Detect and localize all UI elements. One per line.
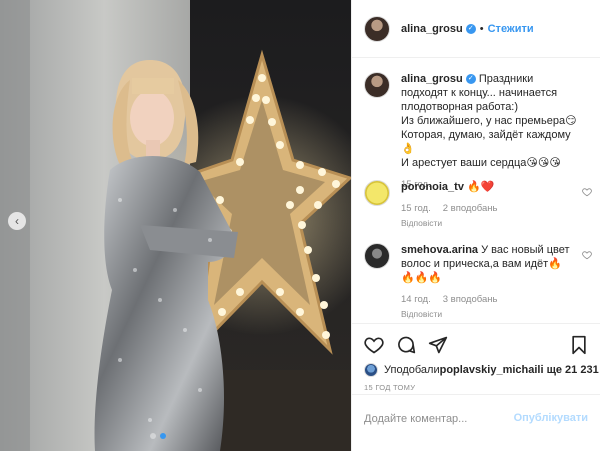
avatar[interactable] bbox=[364, 180, 390, 206]
photo-image bbox=[0, 0, 351, 451]
comment-likes[interactable]: 3 вподобань bbox=[443, 294, 498, 305]
heart-icon[interactable] bbox=[364, 335, 384, 355]
comment-input[interactable] bbox=[364, 413, 514, 425]
comment-like-heart-icon[interactable] bbox=[582, 250, 592, 260]
add-comment-bar: Опублікувати bbox=[352, 394, 600, 451]
bookmark-button[interactable] bbox=[570, 335, 588, 355]
caption-username[interactable]: alina_grosu bbox=[401, 73, 463, 85]
follow-button[interactable]: Стежити bbox=[488, 23, 534, 35]
publish-button[interactable]: Опублікувати bbox=[514, 412, 588, 424]
likes-user[interactable]: poplavskiy_michail bbox=[440, 364, 541, 376]
caption-content: Праздники подходят к концу... начинается… bbox=[401, 73, 577, 169]
post-header: alina_grosu ✓ • Стежити bbox=[352, 0, 600, 58]
comment-meta: 15 год. 2 вподобань bbox=[401, 202, 577, 216]
avatar bbox=[364, 363, 378, 377]
action-icons bbox=[364, 335, 448, 355]
comment-text: poronoia_tv 🔥❤️ bbox=[401, 180, 577, 194]
avatar[interactable] bbox=[364, 15, 390, 42]
likes-summary[interactable]: Уподобали poplavskiy_michail і ще 21 231 bbox=[364, 363, 599, 377]
comment-body: poronoia_tv 🔥❤️ 15 год. 2 вподобань Відпо… bbox=[401, 180, 577, 230]
post-photo[interactable]: ‹ bbox=[0, 0, 351, 451]
comments-list[interactable]: alina_grosu ✓ Праздники подходят к концу.… bbox=[352, 59, 600, 323]
separator-dot: • bbox=[479, 22, 484, 35]
likes-prefix: Уподобали bbox=[384, 364, 440, 376]
comment-username[interactable]: smehova.arina bbox=[401, 244, 478, 256]
comment-likes[interactable]: 2 вподобань bbox=[443, 203, 498, 214]
comment-text: smehova.arina У вас новый цвет волос и п… bbox=[401, 243, 577, 285]
comment-like-heart-icon[interactable] bbox=[582, 187, 592, 197]
verified-badge-icon: ✓ bbox=[465, 23, 476, 34]
caption-body: alina_grosu ✓ Праздники подходят к концу.… bbox=[401, 72, 577, 192]
carousel-dot bbox=[150, 433, 156, 439]
reply-button[interactable]: Відповісти bbox=[401, 307, 577, 321]
comment-content: 🔥❤️ bbox=[467, 181, 495, 193]
post-timestamp[interactable]: 15 ГОД ТОМУ bbox=[364, 383, 415, 392]
verified-badge-icon: ✓ bbox=[465, 74, 476, 85]
comment-body: smehova.arina У вас новый цвет волос и п… bbox=[401, 243, 577, 321]
carousel-dot-active bbox=[160, 433, 166, 439]
comment-icon[interactable] bbox=[396, 335, 416, 355]
comment-username[interactable]: poronoia_tv bbox=[401, 181, 464, 193]
share-icon[interactable] bbox=[428, 335, 448, 355]
likes-suffix[interactable]: і ще 21 231 bbox=[540, 364, 598, 376]
reply-button[interactable]: Відповісти bbox=[401, 216, 577, 230]
avatar[interactable] bbox=[364, 72, 390, 98]
post-side-panel: alina_grosu ✓ • Стежити alina_grosu ✓ Пра… bbox=[351, 0, 600, 451]
chevron-left-icon: ‹ bbox=[15, 214, 19, 228]
comment-time[interactable]: 14 год. bbox=[401, 294, 431, 305]
carousel-prev-button[interactable]: ‹ bbox=[8, 212, 26, 230]
bookmark-icon bbox=[572, 335, 586, 355]
comment-time[interactable]: 15 год. bbox=[401, 203, 431, 214]
avatar[interactable] bbox=[364, 243, 390, 269]
comment-meta: 14 год. 3 вподобань bbox=[401, 293, 577, 307]
caption-text: alina_grosu ✓ Праздники подходят к концу.… bbox=[401, 72, 577, 170]
instagram-post: ‹ alina_grosu ✓ • Стежити alina_grosu ✓ П… bbox=[0, 0, 600, 451]
author-username[interactable]: alina_grosu bbox=[401, 23, 463, 35]
carousel-dots bbox=[150, 433, 166, 439]
